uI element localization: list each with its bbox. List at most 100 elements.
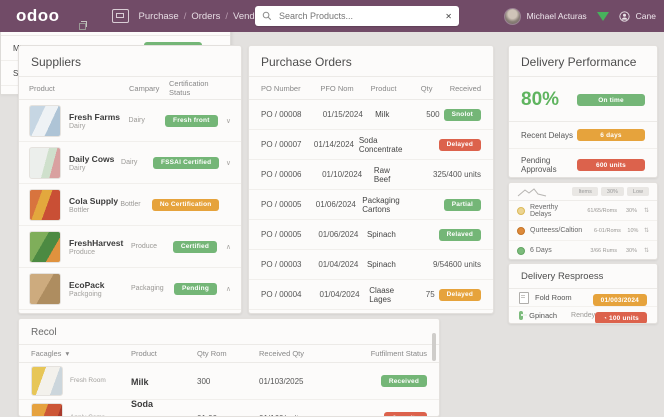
po-product: Spinach [367,260,396,269]
po-row[interactable]: PO / 00004 01/04/2024 Claase Lages 75Del… [249,280,493,310]
perf-row: Recent Delays 6 days [509,122,657,149]
breadcrumb-purchase[interactable]: Purchase [139,11,179,22]
col-received-qty: Received Qty [259,349,347,358]
filter-pill[interactable]: Low [627,187,649,196]
po-row[interactable]: PO / 00005 01/06/2024 Spinach Relaved [249,220,493,250]
supplier-category: Dairy [69,123,129,130]
col-fulfilment-status: Futfilment Status [347,349,427,358]
col-product: Product [29,84,129,93]
chevron-down-icon[interactable]: ∨ [218,117,231,125]
po-date: 01/10/2024 [322,170,374,179]
po-status-badge: Delayed [439,289,481,301]
progress-row[interactable]: Fold Room 01/003/2024 [509,289,657,307]
avatar[interactable] [504,8,521,25]
receipt-row[interactable]: Fresh Room Milk 300 01/103/2025 Received [19,363,439,400]
vertical-scrollbar[interactable] [432,333,436,361]
status-badge: Certified [173,241,217,253]
perf-row: Pending Approvals 600 units [509,149,657,178]
stat-percent: 30% [617,248,637,254]
purchase-orders-panel: Purchase Orders PO Number PFO Nom Produc… [248,45,494,314]
chevron-down-icon[interactable]: ∨ [219,159,231,167]
po-date: 01/04/2024 [320,290,370,299]
supplier-name: EcoPack [69,280,131,290]
trend-arrows-icon: ⇅ [637,247,649,254]
po-product: Packaging Cartons [362,196,399,214]
progress-label: Gpinach [529,311,557,320]
document-icon [519,292,529,304]
top-bar: odoo Purchase / Orders / Vendors ✕ Micha… [0,0,664,32]
session-label[interactable]: Cane [636,11,656,21]
units-badge: ◔100 units [595,312,647,324]
green-triangle-icon[interactable] [597,12,609,21]
trend-arrows-icon: ⇅ [638,227,649,234]
search-box[interactable]: ✕ [255,6,459,26]
filter-pill[interactable]: Items [572,187,597,196]
po-qty: 9/54600 units [396,260,481,269]
stat-row[interactable]: Reverthy Delays 61/65/Roms 30% ⇅ [509,201,657,221]
supplier-row[interactable]: Cola Supply Bottler Bottler No Certifica… [19,184,241,226]
apps-icon[interactable] [112,9,129,23]
search-icon [262,11,272,21]
supplier-row[interactable]: FreshHarvest Produce Produce Certified ∧ [19,226,241,268]
supplier-thumbnail [29,231,61,263]
po-row[interactable]: PO / 00007 01/14/2024 Soda Concentrate D… [249,130,493,160]
receipts-panel: Recol Facagles▾ Product Qty Rom Received… [18,318,440,417]
received-qty: 01/160/units [259,414,347,417]
po-row[interactable]: PO / 00008 01/15/2024 Milk 500Snolot [249,100,493,130]
recent-delays-label: Recent Delays [521,131,573,140]
po-status-badge: Delayed [439,139,481,151]
po-product: Spinach [367,230,396,239]
user-name[interactable]: Michael Acturas [527,11,587,21]
chevron-down-icon: ▾ [65,349,69,358]
fulfilment-badge: Received [381,375,427,387]
supplier-thumbnail [29,105,61,137]
po-qty: 75 [394,290,435,299]
progress-row[interactable]: Gpinach Rendey ◔100 units [509,307,657,324]
po-product: Milk [375,110,389,119]
suppliers-column-headers: Product Campary Certification Status [19,77,241,100]
supplier-row[interactable]: Daily Cows Dairy Dairy FSSAI Certified ∨ [19,142,241,184]
po-row[interactable]: PO / 00003 01/04/2024 Spinach 9/54600 un… [249,250,493,280]
po-number: PO / 00007 [261,140,314,149]
search-input[interactable] [277,10,440,22]
supplier-company: Bottler [120,201,151,208]
stat-row[interactable]: 6 Days 3/66 Rums 30% ⇅ [509,241,657,260]
receipt-row[interactable]: Apply Coms Soda ConcentrateReceiving : C… [19,400,439,417]
supplier-company: Dairy [129,117,166,124]
person-icon [619,11,630,22]
user-area: Michael Acturas Cane [504,0,656,32]
date-badge: 01/003/2024 [593,294,647,306]
stat-percent: 30% [617,208,637,214]
po-status-badge: Snolot [444,109,481,121]
stat-row[interactable]: Qurteess/Caltion 6-01/Roms 10% ⇅ [509,221,657,241]
col-facagles[interactable]: Facagles▾ [31,349,131,358]
po-date: 01/06/2024 [318,230,367,239]
po-date: 01/14/2024 [314,140,359,149]
po-date: 01/15/2024 [323,110,375,119]
po-date: 01/06/2024 [316,200,362,209]
supplier-row[interactable]: EcoPack Packgoing Packaging Pending ∧ [19,268,241,310]
supplier-name: FreshHarvest [69,238,131,248]
filter-pill[interactable]: 30% [601,187,624,196]
receipts-title: Recol [19,319,439,345]
mini-stats-panel: Items 30% Low Reverthy Delays 61/65/Roms… [508,182,658,260]
po-product: Soda Concentrate [359,136,403,154]
copy-icon[interactable] [79,23,86,30]
stat-value: 6-01/Roms [582,228,621,234]
received-qty: 01/103/2025 [259,377,347,386]
chevron-up-icon[interactable]: ∧ [217,285,231,293]
po-product: Raw Beef [374,166,390,184]
clear-search-icon[interactable]: ✕ [445,12,452,21]
trend-arrows-icon: ⇅ [637,207,649,214]
stat-label: Qurteess/Caltion [530,227,582,234]
po-number: PO / 00005 [261,200,316,209]
supplier-company: Produce [131,243,169,250]
supplier-row[interactable]: Fresh Farms Dairy Dairy Fresh front ∨ [19,100,241,142]
breadcrumb-orders[interactable]: Orders [191,11,220,22]
green-dot-icon [517,247,525,255]
chevron-up-icon[interactable]: ∧ [217,243,231,251]
po-date: 01/04/2024 [318,260,367,269]
po-number: PO / 00004 [261,290,320,299]
po-row[interactable]: PO / 00005 01/06/2024 Packaging Cartons … [249,190,493,220]
po-row[interactable]: PO / 00006 01/10/2024 Raw Beef 325/400 u… [249,160,493,190]
